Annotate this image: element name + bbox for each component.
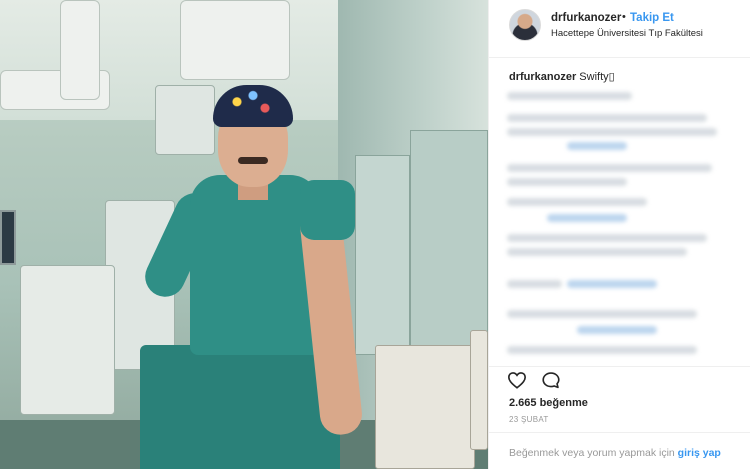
surgical-cap: [213, 85, 293, 127]
blurred-comment: [507, 234, 707, 242]
heart-icon[interactable]: [507, 371, 527, 394]
login-bar: Beğenmek veya yorum yapmak için giriş ya…: [489, 432, 750, 469]
blurred-comment: [507, 310, 697, 318]
blurred-comment: [507, 164, 712, 172]
author-username[interactable]: drfurkanozer: [551, 12, 621, 24]
post-photo[interactable]: [0, 0, 488, 469]
blurred-comment: [567, 142, 627, 150]
blurred-comment: [547, 214, 627, 222]
blurred-comment: [507, 128, 717, 136]
supply-cart-edge: [470, 330, 488, 450]
blurred-comment: [507, 280, 562, 288]
equipment-rack: [20, 265, 115, 415]
avatar[interactable]: [509, 9, 541, 41]
mustache: [238, 157, 268, 164]
like-count[interactable]: 2.665 beğenme: [509, 397, 588, 409]
post-caption: drfurkanozer Swifty▯: [509, 70, 615, 83]
caption-username[interactable]: drfurkanozer: [509, 71, 576, 83]
blurred-comment: [567, 280, 657, 288]
follow-button[interactable]: Takip Et: [630, 12, 674, 24]
wall-monitor: [0, 210, 16, 265]
comment-icon[interactable]: [541, 371, 561, 394]
blurred-comment: [507, 198, 647, 206]
post-header: drfurkanozer • Takip Et Hacettepe Üniver…: [489, 0, 750, 58]
location-link[interactable]: Hacettepe Üniversitesi Tıp Fakültesi: [551, 28, 703, 39]
action-bar: [489, 366, 750, 392]
login-prompt: Beğenmek veya yorum yapmak için giriş ya…: [509, 447, 739, 460]
caption-text: Swifty▯: [576, 71, 615, 83]
blurred-comment: [507, 248, 687, 256]
login-prompt-text: Beğenmek veya yorum yapmak için: [509, 447, 678, 459]
ceiling-boom: [180, 0, 290, 80]
blurred-comment: [507, 92, 632, 100]
post-date: 23 ŞUBAT: [509, 415, 549, 424]
scrub-pants: [140, 345, 340, 469]
blurred-comment: [507, 114, 707, 122]
blurred-comment: [577, 326, 657, 334]
blurred-comment: [507, 346, 697, 354]
blurred-comment: [507, 178, 627, 186]
surgical-light-pole: [60, 0, 100, 100]
comments-list-blurred: [507, 88, 737, 363]
surgeon-figure: [120, 80, 400, 469]
post-side-panel: drfurkanozer • Takip Et Hacettepe Üniver…: [488, 0, 750, 469]
separator-dot: •: [622, 11, 626, 23]
login-link[interactable]: giriş yap: [678, 447, 721, 459]
right-sleeve: [300, 180, 355, 240]
